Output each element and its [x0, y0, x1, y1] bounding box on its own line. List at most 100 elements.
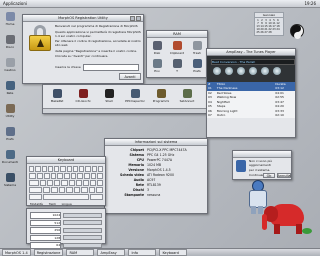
player-titlebar[interactable]: AmpEasy - The Tunes Player	[207, 49, 295, 56]
calculator-slider[interactable]	[63, 212, 102, 218]
keyboard-titlebar[interactable]: Keyboard	[27, 157, 105, 164]
registration-line: Per ottenere il codice di registrazione,…	[55, 39, 141, 47]
taskbar-item[interactable]: Registrazione	[33, 249, 64, 256]
desktop-icon-label: Documenti	[1, 160, 19, 164]
desktop-icon[interactable]: Rete	[2, 81, 18, 95]
taskbar-item[interactable]: RAM	[66, 249, 95, 256]
window-controls[interactable]	[130, 16, 141, 21]
file-window: RAM Disk Clipboard Trash Env T Prefs	[146, 30, 208, 78]
calculator-field[interactable]: 1024	[30, 212, 62, 219]
calculator-field[interactable]: 128	[30, 234, 62, 241]
yin-yang-icon[interactable]	[290, 24, 304, 39]
registration-dialog: MorphOS Registration Utility Benvenuti n…	[22, 14, 144, 84]
eject-icon[interactable]	[273, 67, 281, 75]
next-button[interactable]: Avanti	[119, 73, 141, 80]
desktop-icon[interactable]: Utility	[2, 104, 18, 118]
file-icon[interactable]: Env	[150, 59, 164, 73]
keyboard-window: Keyboard Modalità Tasti Lingua	[26, 156, 106, 206]
alert-line: per il sistema.	[249, 168, 271, 172]
info-row: CPU PowerPC 7447A	[108, 158, 204, 162]
keyboard-footer-item[interactable]: Modalità	[30, 202, 43, 206]
stop-icon[interactable]	[249, 67, 257, 75]
registration-titlebar[interactable]: MorphOS Registration Utility	[23, 15, 143, 22]
program-icon[interactable]: MakePat	[49, 89, 65, 103]
info-titlebar[interactable]: Informazioni sul sistema	[105, 139, 207, 146]
desktop-icon[interactable]: Sistema	[2, 173, 18, 187]
desktop-icon[interactable]: Home	[2, 12, 18, 26]
desktop-icon-label: Utility	[5, 114, 15, 118]
cancel-button[interactable]: Annulla	[277, 173, 291, 178]
file-icon[interactable]: Trash	[190, 41, 204, 55]
program-icon[interactable]: SetAnnuit	[179, 89, 195, 103]
applications-menu[interactable]: Applicazioni	[3, 1, 27, 6]
info-key: Dischi	[133, 188, 144, 192]
desktop-icon[interactable]: Cestino	[2, 58, 18, 72]
taskbar-item[interactable]: Info	[128, 249, 157, 256]
playlist-row[interactable]: 07 Outro 02:10	[207, 113, 295, 118]
file-icon[interactable]: T	[170, 59, 184, 73]
file-icon[interactable]: Prefs	[190, 59, 204, 73]
close-icon[interactable]	[136, 16, 141, 21]
info-row: Memoria 1024 MB	[108, 163, 204, 167]
program-icon[interactable]: Shell	[101, 89, 117, 103]
player-status: Beat Conversion - The Parish	[211, 59, 295, 65]
taskbar: MorphOS 1.4 Registrazione RAM AmpEasy Info Ke…	[0, 248, 320, 256]
calculator-slider[interactable]	[63, 220, 102, 226]
play-icon[interactable]	[225, 67, 233, 75]
calculator-row: 512	[30, 219, 102, 226]
calculator-slider[interactable]	[63, 227, 102, 233]
program-icon-label: PPCInspector	[125, 99, 145, 103]
prev-icon[interactable]	[213, 67, 221, 75]
program-icon[interactable]: Programmi	[153, 89, 169, 103]
desktop-icon-graphic	[5, 35, 15, 44]
next-icon[interactable]	[261, 67, 269, 75]
program-icon[interactable]: PPCInspector	[125, 89, 145, 103]
desktop-icon-label: Home	[5, 22, 15, 26]
alert-dialog: Non ci sono più aggiornamenti per il sist…	[232, 150, 292, 180]
taskbar-item[interactable]: MorphOS 1.4	[2, 249, 31, 256]
elephant-mascot-icon	[262, 196, 312, 236]
minimize-icon[interactable]	[130, 16, 135, 21]
file-icon-label: Trash	[193, 51, 201, 55]
calculator-field[interactable]: 256	[30, 227, 62, 234]
file-titlebar[interactable]: RAM	[147, 31, 207, 38]
file-icon-graphic	[152, 41, 162, 50]
file-icon-grid: Disk Clipboard Trash Env T Prefs	[147, 38, 207, 76]
info-value: RTL8139	[147, 183, 161, 187]
calendar-day[interactable]: 24	[276, 28, 280, 31]
file-icon[interactable]: Clipboard	[170, 41, 184, 55]
player-panel: Beat Conversion - The Parish	[207, 56, 295, 82]
calculator-row: 256	[30, 227, 102, 234]
taskbar-item[interactable]: AmpEasy	[97, 249, 126, 256]
desktop-icon[interactable]: Documenti	[2, 150, 18, 164]
file-icon[interactable]: Disk	[150, 41, 164, 55]
pause-icon[interactable]	[237, 67, 245, 75]
desktop-icon[interactable]: Disco	[2, 35, 18, 49]
ok-button[interactable]: Ok	[263, 173, 275, 178]
calculator-field[interactable]: 512	[30, 219, 62, 226]
alert-titlebar[interactable]	[233, 151, 291, 158]
desktop-icon[interactable]: Prefs	[2, 127, 18, 141]
file-icon-label: Disk	[153, 51, 161, 55]
player-title: AmpEasy - The Tunes Player	[226, 50, 276, 54]
horizontal-scrollbar[interactable]	[43, 108, 207, 113]
keyboard-footer-item[interactable]: Lingua	[62, 202, 72, 206]
info-title: Informazioni sul sistema	[134, 140, 178, 144]
calculator-slider[interactable]	[63, 235, 102, 241]
keyboard-footer-item[interactable]: Tasti	[49, 202, 56, 206]
registration-line: Cliccate su "Avanti" per continuare.	[55, 54, 109, 58]
calculator-slider[interactable]	[63, 242, 102, 248]
calendar-day[interactable]: 28	[268, 31, 272, 34]
info-key: Memoria	[128, 163, 144, 167]
program-icon[interactable]: CD-Giochi	[75, 89, 91, 103]
program-icon-graphic	[182, 89, 192, 98]
registration-text: Benvenuti nel programma di Registrazione…	[55, 24, 141, 62]
info-value: PCI/PCI-X PPC MPC7447A	[147, 148, 187, 152]
registration-line: Questo applicazione vi permetterà di reg…	[55, 29, 141, 38]
taskbar-item[interactable]: Keyboard	[159, 249, 188, 256]
desktop-icons: Home Disco Cestino Rete Utility Prefs Document…	[2, 12, 18, 242]
info-row: Rete RTL8139	[108, 183, 204, 187]
key-input[interactable]	[82, 63, 139, 71]
registration-line: dalla pagina "Registrazione" e inserite …	[55, 48, 138, 53]
program-icon-graphic	[130, 89, 140, 98]
